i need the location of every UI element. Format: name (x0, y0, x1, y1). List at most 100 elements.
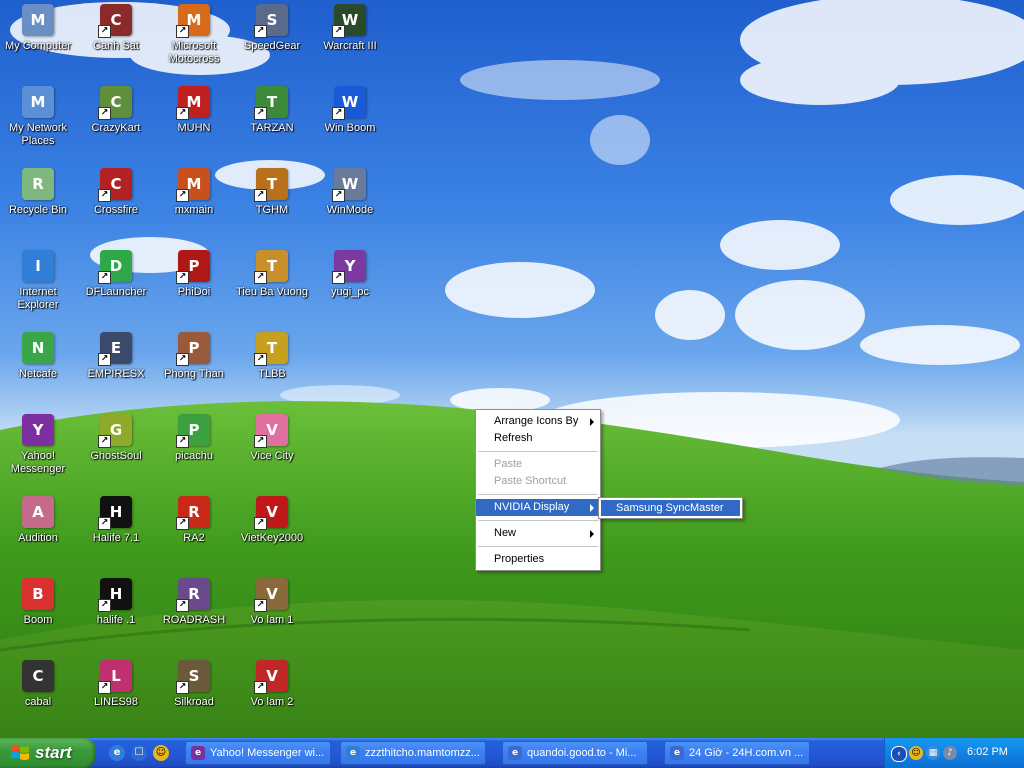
submenu-item-samsung-syncmaster[interactable]: Samsung SyncMaster (601, 500, 740, 516)
taskbar-button[interactable]: e 24 Giờ - 24H.com.vn ... (664, 741, 810, 765)
desktop-icon-yahoo-messenger[interactable]: Y Yahoo! Messenger (0, 410, 76, 490)
menu-separator (478, 520, 598, 521)
windows-logo-icon (11, 745, 29, 760)
desktop-icon-recycle-bin[interactable]: R Recycle Bin (0, 164, 76, 244)
desktop-icon-tarzan[interactable]: T ↗ TARZAN (234, 82, 310, 162)
desktop-icon-silkroad[interactable]: S ↗ Silkroad (156, 656, 232, 736)
submenu-arrow-icon (590, 418, 594, 426)
menu-item-refresh[interactable]: Refresh (476, 430, 600, 447)
desktop-icon-motocross[interactable]: M ↗ Microsoft Motocross (156, 0, 232, 80)
desktop-icon-label: Vo lam 1 (250, 614, 294, 626)
desktop-icon-label: Canh Sat (93, 40, 139, 52)
cabal-icon: C (22, 660, 54, 692)
shortcut-arrow-icon: ↗ (176, 189, 189, 202)
internet-explorer-icon: I (22, 250, 54, 282)
submenu-arrow-icon (590, 530, 594, 538)
tlbb-icon: T ↗ (254, 332, 288, 366)
desktop-icon-boom[interactable]: B Boom (0, 574, 76, 654)
desktop-icon-label: ROADRASH (162, 614, 226, 626)
shortcut-arrow-icon: ↗ (98, 189, 111, 202)
desktop-icon-label: DFLauncher (85, 286, 147, 298)
menu-item-properties[interactable]: Properties (476, 551, 600, 568)
desktop-icon-yugi[interactable]: Y ↗ yugi_pc (312, 246, 388, 326)
desktop-icon-label: TLBB (258, 368, 286, 380)
desktop-icon-netcafe[interactable]: N Netcafe (0, 328, 76, 408)
menu-item-new[interactable]: New (476, 525, 600, 542)
desktop-icon-vice-city[interactable]: V ↗ Vice City (234, 410, 310, 490)
desktop-icon-label: halife .1 (96, 614, 136, 626)
submenu-arrow-icon (590, 504, 594, 512)
speedgear-icon: S ↗ (254, 4, 288, 38)
desktop-icon-tghm[interactable]: T ↗ TGHM (234, 164, 310, 244)
vice-city-icon: V ↗ (254, 414, 288, 448)
taskbar-button[interactable]: e zzzthitcho.mamtomzz... (340, 741, 486, 765)
shortcut-arrow-icon: ↗ (176, 25, 189, 38)
desktop-icon-crazykart[interactable]: C ↗ CrazyKart (78, 82, 154, 162)
desktop-icon-label: PhiDoi (177, 286, 211, 298)
canh-sat-icon: C ↗ (98, 4, 132, 38)
desktop-icon-vo-lam-2[interactable]: V ↗ Vo lam 2 (234, 656, 310, 736)
dflauncher-icon: D ↗ (98, 250, 132, 284)
desktop-icon-speedgear[interactable]: S ↗ SpeedGear (234, 0, 310, 80)
shortcut-arrow-icon: ↗ (332, 25, 345, 38)
desktop-icon-cabal[interactable]: Ccabal (0, 656, 76, 736)
desktop-icon-empiresx[interactable]: E ↗ EMPIRESX (78, 328, 154, 408)
quicklaunch-show-desktop-icon[interactable]: ☐ (131, 745, 147, 761)
desktop-icon-tlbb[interactable]: T ↗ TLBB (234, 328, 310, 408)
desktop-icon-mxmain[interactable]: M ↗ mxmain (156, 164, 232, 244)
quicklaunch-messenger-icon[interactable]: ☺ (153, 745, 169, 761)
shortcut-arrow-icon: ↗ (254, 189, 267, 202)
shortcut-arrow-icon: ↗ (98, 107, 111, 120)
desktop-icon-label: VietKey2000 (240, 532, 304, 544)
tghm-icon: T ↗ (254, 168, 288, 202)
warcraft-icon: W ↗ (332, 4, 366, 38)
desktop-icon-phidoi[interactable]: P ↗ PhiDoi (156, 246, 232, 326)
taskbar-button[interactable]: e quandoi.good.to - Mi... (502, 741, 648, 765)
tray-expand-icon[interactable]: ‹ (891, 746, 907, 762)
desktop-icon-ghostsoul[interactable]: G ↗ GhostSoul (78, 410, 154, 490)
desktop-icon-picachu[interactable]: P ↗ picachu (156, 410, 232, 490)
desktop-icon-network-places[interactable]: M My Network Places (0, 82, 76, 162)
desktop-icon-winmode[interactable]: W ↗ WinMode (312, 164, 388, 244)
desktop-icon-vo-lam-1[interactable]: V ↗ Vo lam 1 (234, 574, 310, 654)
desktop-icon-computer[interactable]: M My Computer (0, 0, 76, 80)
desktop-icon-internet-explorer[interactable]: I Internet Explorer (0, 246, 76, 326)
desktop-icon-vietkey[interactable]: V ↗ VietKey2000 (234, 492, 310, 572)
start-button[interactable]: start (0, 738, 96, 768)
desktop-icon-label: Netcafe (19, 368, 57, 380)
vo-lam-1-icon: V ↗ (254, 578, 288, 612)
silkroad-icon: S ↗ (176, 660, 210, 694)
desktop-icon-lines98[interactable]: L ↗ LINES98 (78, 656, 154, 736)
desktop-icon-halflife-icon-2[interactable]: H ↗ halife .1 (78, 574, 154, 654)
quicklaunch-internet-explorer-icon[interactable]: e (109, 745, 125, 761)
shortcut-arrow-icon: ↗ (332, 189, 345, 202)
desktop-icon-canh-sat[interactable]: C ↗ Canh Sat (78, 0, 154, 80)
desktop-icon-audition[interactable]: A Audition (0, 492, 76, 572)
desktop-icon-roadrash[interactable]: R ↗ ROADRASH (156, 574, 232, 654)
desktop-icon-win-boom[interactable]: W ↗ Win Boom (312, 82, 388, 162)
desktop-icon-ra2[interactable]: R ↗ RA2 (156, 492, 232, 572)
desktop-icon-label: Vo lam 2 (250, 696, 294, 708)
shortcut-arrow-icon: ↗ (98, 599, 111, 612)
browser-icon: e (508, 746, 522, 760)
desktop-icon-tieu-ba-vuong[interactable]: T ↗ Tieu Ba Vuong (234, 246, 310, 326)
tray-volume-icon[interactable]: ♪ (943, 746, 957, 760)
desktop-icon-dflauncher[interactable]: D ↗ DFLauncher (78, 246, 154, 326)
lines98-icon: L ↗ (98, 660, 132, 694)
desktop-icon-warcraft[interactable]: W ↗ Warcraft III (312, 0, 388, 80)
vietkey-icon: V ↗ (254, 496, 288, 530)
tray-yahoo-messenger-icon[interactable]: ☺ (909, 746, 923, 760)
taskbar: start e ☐ ☺ e Yahoo! Messenger wi... e zzzt… (0, 738, 1024, 768)
menu-item-nvidia-display[interactable]: NVIDIA Display (476, 499, 600, 516)
desktop-icon-crossfire[interactable]: C ↗ Crossfire (78, 164, 154, 244)
desktop-icon-label: Tieu Ba Vuong (236, 286, 308, 298)
tray-network-icon[interactable]: ▦ (926, 746, 940, 760)
taskbar-button[interactable]: e Yahoo! Messenger wi... (185, 741, 331, 765)
desktop-icon-halflife[interactable]: H ↗ Halife 7.1 (78, 492, 154, 572)
desktop-icon-phong-than[interactable]: P ↗ Phong Than (156, 328, 232, 408)
desktop-icon-label: mxmain (174, 204, 214, 216)
taskbar-clock[interactable]: 6:02 PM (967, 746, 1008, 758)
context-menu: Arrange Icons By Refresh Paste Paste Sho… (475, 409, 601, 571)
menu-item-arrange-icons-by[interactable]: Arrange Icons By (476, 413, 600, 430)
desktop-icon-muhn[interactable]: M ↗ MUHN (156, 82, 232, 162)
